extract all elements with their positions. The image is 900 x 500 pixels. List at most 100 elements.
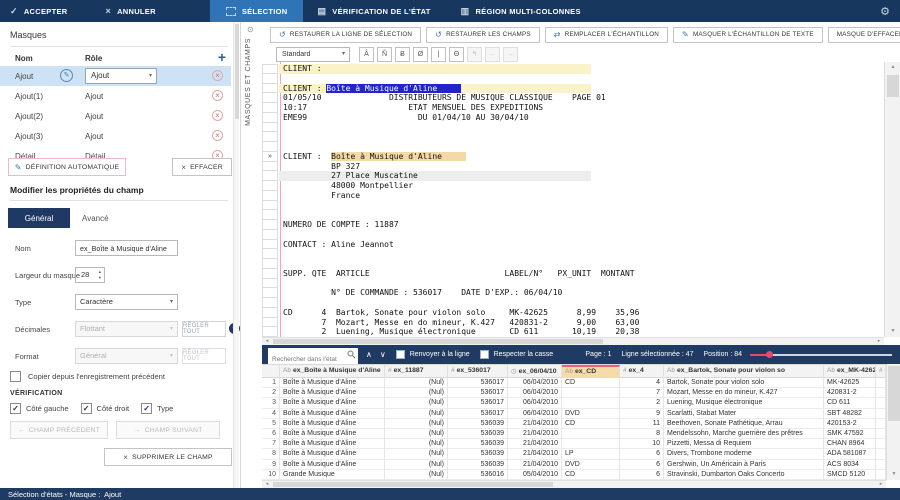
table-column-header[interactable]: Abex_MK-42625 <box>824 365 876 378</box>
report-line[interactable] <box>279 249 884 259</box>
report-line[interactable] <box>279 210 884 220</box>
gear-icon[interactable]: ⚙ <box>880 5 890 18</box>
gutter-cell[interactable] <box>262 103 278 113</box>
report-line[interactable]: 7 Mozart, Messe en do mineur, K.427 4208… <box>279 318 884 328</box>
table-row[interactable]: 5Boîte à Musique d'Aline(Nul)53603921/04… <box>262 419 886 429</box>
tab-general[interactable]: Général <box>8 208 70 228</box>
report-line[interactable]: 27 Place Muscatine <box>279 171 884 181</box>
table-column-header[interactable]: Abex_Boîte à Musique d'Aline <box>280 365 385 378</box>
edit-pencil-icon[interactable]: ✎ <box>60 69 73 82</box>
mask-row[interactable]: Ajout(1)Ajout× <box>0 86 231 106</box>
numeric-trap-button[interactable]: Ñ <box>377 47 392 62</box>
gutter-cell[interactable] <box>262 210 278 220</box>
report-line[interactable]: CLIENT : Boîte à Musique d'Aline <box>279 152 884 162</box>
gutter-cell[interactable] <box>262 181 278 191</box>
scroll-left-icon[interactable]: ◂ <box>262 338 272 345</box>
scrollbar-thumb[interactable] <box>235 24 239 119</box>
match-case-checkbox[interactable] <box>480 350 489 359</box>
set-all-decimals-button[interactable]: RÉGLER TOUT <box>182 321 226 337</box>
gutter-cell[interactable] <box>262 259 278 269</box>
gutter-cell[interactable]: » <box>262 152 278 162</box>
report-line[interactable] <box>279 123 884 133</box>
report-horizontal-scrollbar[interactable]: ◂ ▸ <box>262 337 884 345</box>
gutter-cell[interactable] <box>262 64 278 74</box>
gutter-cell[interactable] <box>262 132 278 142</box>
field-name-input[interactable] <box>75 240 178 256</box>
mask-row[interactable]: Ajout(3)Ajout× <box>0 126 231 146</box>
scroll-down-icon[interactable]: ▼ <box>886 326 900 337</box>
report-line[interactable]: NUMERO DE COMPTE : 11887 <box>279 220 884 230</box>
delete-mask-icon[interactable]: × <box>212 130 223 141</box>
gutter-cell[interactable] <box>262 142 278 152</box>
gutter-cell[interactable] <box>262 201 278 211</box>
report-line[interactable] <box>279 74 884 84</box>
scrollbar-thumb[interactable] <box>273 482 553 487</box>
tab-report-verification[interactable]: ▤ VÉRIFICATION DE L'ÉTAT <box>307 0 440 22</box>
table-column-header[interactable]: Abex_CD <box>562 365 620 378</box>
replace-sample-button[interactable]: ⇄REMPLACER L'ÉCHANTILLON <box>545 27 668 43</box>
delete-mask-icon[interactable]: × <box>212 90 223 101</box>
gutter-cell[interactable] <box>262 191 278 201</box>
gutter-cell[interactable] <box>262 84 278 94</box>
report-line[interactable]: 10:17 ETAT MENSUEL DES EXPEDITIONS <box>279 103 884 113</box>
restore-fields-button[interactable]: ↺RESTAURER LES CHAMPS <box>426 27 540 43</box>
report-line[interactable]: CLIENT : Boîte à Musique d'Aline <box>279 84 884 94</box>
report-vertical-scrollbar[interactable]: ▲ ▼ <box>884 62 900 337</box>
table-column-header[interactable]: #e <box>876 365 886 378</box>
report-line[interactable] <box>279 298 884 308</box>
style-select[interactable]: Standard ▾ <box>276 47 350 62</box>
report-line[interactable]: CONTACT : Aline Jeannot <box>279 240 884 250</box>
table-row[interactable]: 9Boîte à Musique d'Aline(Nul)53603921/04… <box>262 460 886 470</box>
table-column-header[interactable]: #ex_536017 <box>448 365 508 378</box>
report-line[interactable]: 2 Luening, Musique électronique CD 611 1… <box>279 327 884 337</box>
stepper-arrows-icon[interactable]: ▴▾ <box>99 269 101 281</box>
report-view[interactable]: » CLIENT : CLIENT : Boîte à Musique d'Al… <box>262 62 884 337</box>
scrollbar-thumb[interactable] <box>273 339 603 344</box>
report-line[interactable]: CLIENT : <box>279 64 884 74</box>
tab-multicolumn-region[interactable]: ▥ RÉGION MULTI-COLONNES <box>451 0 591 22</box>
scroll-down-icon[interactable]: ▼ <box>887 469 900 480</box>
table-column-header[interactable]: Abex_Bartok, Sonate pour violon so <box>664 365 824 378</box>
gutter-cell[interactable] <box>262 220 278 230</box>
mask-row[interactable]: Ajout(2)Ajout× <box>0 106 231 126</box>
report-line[interactable] <box>279 201 884 211</box>
table-column-header[interactable] <box>262 365 280 378</box>
position-slider[interactable] <box>750 345 892 364</box>
table-vertical-scrollbar[interactable]: ▼ <box>886 364 900 480</box>
scroll-up-icon[interactable]: ▲ <box>886 62 900 73</box>
scroll-left-icon[interactable]: ◂ <box>262 481 272 488</box>
report-line[interactable]: BP 327 <box>279 162 884 172</box>
auto-definition-button[interactable]: ✎ DÉFINITION AUTOMATIQUE <box>8 158 126 176</box>
search-next-icon[interactable]: ∨ <box>380 350 386 359</box>
gutter-cell[interactable] <box>262 249 278 259</box>
alpha-trap-button[interactable]: Â <box>359 47 374 62</box>
scrollbar-thumb[interactable] <box>887 75 899 97</box>
gutter-cell[interactable] <box>262 318 278 328</box>
table-row[interactable]: 8Boîte à Musique d'Aline(Nul)53603921/04… <box>262 449 886 459</box>
report-line[interactable]: SUPP. QTE ARTICLE LABEL/N° PX_UNIT MONTA… <box>279 269 884 279</box>
scrollbar-thumb[interactable] <box>888 366 900 421</box>
report-line[interactable] <box>279 230 884 240</box>
gutter-cell[interactable] <box>262 298 278 308</box>
table-column-header[interactable]: ◷ex_06/04/10 <box>508 365 562 378</box>
gutter-cell[interactable] <box>262 240 278 250</box>
table-row[interactable]: 4Boîte à Musique d'Aline(Nul)53601706/04… <box>262 409 886 419</box>
report-line[interactable]: 01/05/10 DISTRIBUTEURS DE MUSIQUE CLASSI… <box>279 93 884 103</box>
table-row[interactable]: 10Grande Musique(Nul)53601605/04/2010CD6… <box>262 470 886 480</box>
numeric-or-blank-trap-button[interactable]: Θ <box>449 47 464 62</box>
panel-scrollbar[interactable] <box>233 22 239 488</box>
mask-row[interactable]: Ajout✎Ajout▾× <box>0 66 231 86</box>
gutter-cell[interactable] <box>262 162 278 172</box>
table-horizontal-scrollbar[interactable]: ◂ ▸ <box>262 480 886 488</box>
table-row[interactable]: 7Boîte à Musique d'Aline(Nul)53603921/04… <box>262 439 886 449</box>
clear-button[interactable]: × EFFACER <box>172 158 232 176</box>
gutter-cell[interactable] <box>262 327 278 337</box>
table-row[interactable]: 2Boîte à Musique d'Aline(Nul)53601706/04… <box>262 388 886 398</box>
table-column-header[interactable]: #ex_4 <box>620 365 664 378</box>
report-text[interactable]: CLIENT : CLIENT : Boîte à Musique d'Alin… <box>279 64 884 337</box>
gutter-cell[interactable] <box>262 308 278 318</box>
table-row[interactable]: 1Boîte à Musique d'Aline(Nul)53601706/04… <box>262 378 886 388</box>
wrap-lines-checkbox[interactable] <box>396 350 405 359</box>
scroll-right-icon[interactable]: ▸ <box>874 338 884 345</box>
scroll-right-icon[interactable]: ▸ <box>876 481 886 488</box>
